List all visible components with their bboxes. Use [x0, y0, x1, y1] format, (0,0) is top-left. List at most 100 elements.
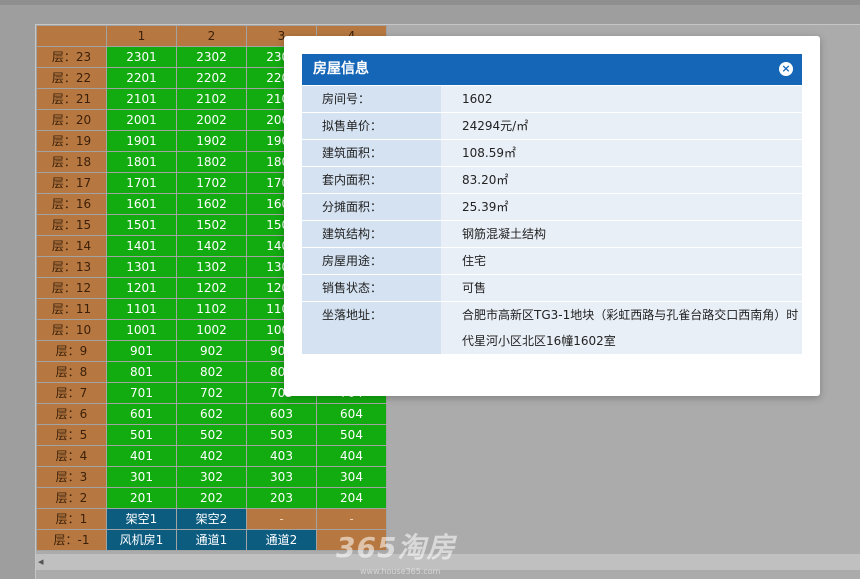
- unit-cell[interactable]: 901: [106, 340, 177, 362]
- unit-cell[interactable]: 701: [106, 382, 177, 404]
- info-value: 钢筋混凝土结构: [441, 220, 802, 248]
- floor-label: 层：17: [36, 172, 107, 194]
- floor-row: 层：2 201 202 203 204: [36, 487, 387, 509]
- column-header: 2: [176, 25, 247, 47]
- unit-cell[interactable]: 通道1: [176, 529, 247, 551]
- unit-cell[interactable]: 1901: [106, 130, 177, 152]
- unit-cell[interactable]: 501: [106, 424, 177, 446]
- info-label: 拟售单价：: [302, 112, 441, 140]
- unit-cell[interactable]: 1302: [176, 256, 247, 278]
- unit-cell[interactable]: 1401: [106, 235, 177, 257]
- unit-cell[interactable]: 1502: [176, 214, 247, 236]
- floor-label: 层：2: [36, 487, 107, 509]
- unit-cell[interactable]: 1601: [106, 193, 177, 215]
- unit-cell[interactable]: 1702: [176, 172, 247, 194]
- watermark-url: www.house365.com: [360, 567, 441, 576]
- unit-cell[interactable]: 2102: [176, 88, 247, 110]
- unit-cell[interactable]: 1301: [106, 256, 177, 278]
- floor-label: 层：16: [36, 193, 107, 215]
- floor-label: 层：5: [36, 424, 107, 446]
- unit-cell[interactable]: 2101: [106, 88, 177, 110]
- unit-cell[interactable]: 404: [316, 445, 387, 467]
- unit-cell[interactable]: 801: [106, 361, 177, 383]
- info-value: 83.20㎡: [441, 166, 802, 194]
- unit-cell[interactable]: 1801: [106, 151, 177, 173]
- top-strip: [0, 0, 860, 5]
- unit-cell[interactable]: 503: [246, 424, 317, 446]
- unit-cell[interactable]: 902: [176, 340, 247, 362]
- unit-cell[interactable]: 601: [106, 403, 177, 425]
- unit-cell[interactable]: 2301: [106, 46, 177, 68]
- unit-cell[interactable]: 304: [316, 466, 387, 488]
- unit-cell[interactable]: 架空2: [176, 508, 247, 530]
- unit-cell[interactable]: 204: [316, 487, 387, 509]
- floor-label: 层：20: [36, 109, 107, 131]
- unit-cell[interactable]: 1202: [176, 277, 247, 299]
- unit-cell[interactable]: 风机房1: [106, 529, 177, 551]
- unit-cell[interactable]: 2002: [176, 109, 247, 131]
- unit-cell[interactable]: 1701: [106, 172, 177, 194]
- unit-cell[interactable]: 301: [106, 466, 177, 488]
- info-row: 销售状态： 可售: [302, 274, 802, 302]
- unit-cell[interactable]: 1102: [176, 298, 247, 320]
- unit-cell[interactable]: 2202: [176, 67, 247, 89]
- unit-cell[interactable]: 2201: [106, 67, 177, 89]
- unit-cell[interactable]: 303: [246, 466, 317, 488]
- unit-cell[interactable]: 603: [246, 403, 317, 425]
- unit-cell[interactable]: 1501: [106, 214, 177, 236]
- dialog-header: 房屋信息 ×: [302, 54, 802, 85]
- unit-cell[interactable]: 202: [176, 487, 247, 509]
- floor-label: 层：15: [36, 214, 107, 236]
- address-label: 坐落地址：: [302, 301, 441, 355]
- floor-label: 层：6: [36, 403, 107, 425]
- unit-cell[interactable]: 401: [106, 445, 177, 467]
- floor-row: 层：6 601 602 603 604: [36, 403, 387, 425]
- floor-label: 层：1: [36, 508, 107, 530]
- close-icon[interactable]: ×: [779, 62, 793, 76]
- floor-row: 层：5 501 502 503 504: [36, 424, 387, 446]
- unit-cell[interactable]: 604: [316, 403, 387, 425]
- unit-cell[interactable]: 1201: [106, 277, 177, 299]
- unit-cell: -: [246, 508, 317, 530]
- column-header-corner: [36, 25, 107, 47]
- unit-cell[interactable]: 1002: [176, 319, 247, 341]
- unit-cell[interactable]: 403: [246, 445, 317, 467]
- info-row: 房间号： 1602: [302, 86, 802, 113]
- floor-label: 层：22: [36, 67, 107, 89]
- unit-cell[interactable]: 1602: [176, 193, 247, 215]
- floor-row: 层：3 301 302 303 304: [36, 466, 387, 488]
- unit-cell[interactable]: 2001: [106, 109, 177, 131]
- info-label: 套内面积：: [302, 166, 441, 194]
- unit-cell[interactable]: 201: [106, 487, 177, 509]
- info-value: 可售: [441, 274, 802, 302]
- unit-cell[interactable]: 1902: [176, 130, 247, 152]
- info-label: 房间号：: [302, 86, 441, 113]
- unit-cell[interactable]: 通道2: [246, 529, 317, 551]
- floor-label: 层：8: [36, 361, 107, 383]
- unit-cell[interactable]: 302: [176, 466, 247, 488]
- unit-cell[interactable]: 1802: [176, 151, 247, 173]
- floor-label: 层：4: [36, 445, 107, 467]
- unit-cell[interactable]: 502: [176, 424, 247, 446]
- unit-cell[interactable]: 2302: [176, 46, 247, 68]
- unit-cell[interactable]: 架空1: [106, 508, 177, 530]
- unit-cell[interactable]: 504: [316, 424, 387, 446]
- unit-cell[interactable]: 602: [176, 403, 247, 425]
- house-info-table: 房间号： 1602 拟售单价： 24294元/㎡ 建筑面积： 108.59㎡ 套内面积： 83…: [302, 86, 802, 355]
- info-label: 房屋用途：: [302, 247, 441, 275]
- info-label: 分摊面积：: [302, 193, 441, 221]
- unit-cell[interactable]: 702: [176, 382, 247, 404]
- unit-cell[interactable]: 1402: [176, 235, 247, 257]
- unit-cell[interactable]: 1001: [106, 319, 177, 341]
- unit-cell[interactable]: 402: [176, 445, 247, 467]
- floor-label: 层：19: [36, 130, 107, 152]
- floor-label: 层：-1: [36, 529, 107, 551]
- unit-cell[interactable]: 802: [176, 361, 247, 383]
- unit-cell[interactable]: 203: [246, 487, 317, 509]
- floor-label: 层：21: [36, 88, 107, 110]
- floor-label: 层：3: [36, 466, 107, 488]
- scroll-left-arrow-icon[interactable]: ◂: [38, 555, 44, 569]
- floor-row: 层：1 架空1 架空2- -: [36, 508, 387, 530]
- info-label: 建筑结构：: [302, 220, 441, 248]
- unit-cell[interactable]: 1101: [106, 298, 177, 320]
